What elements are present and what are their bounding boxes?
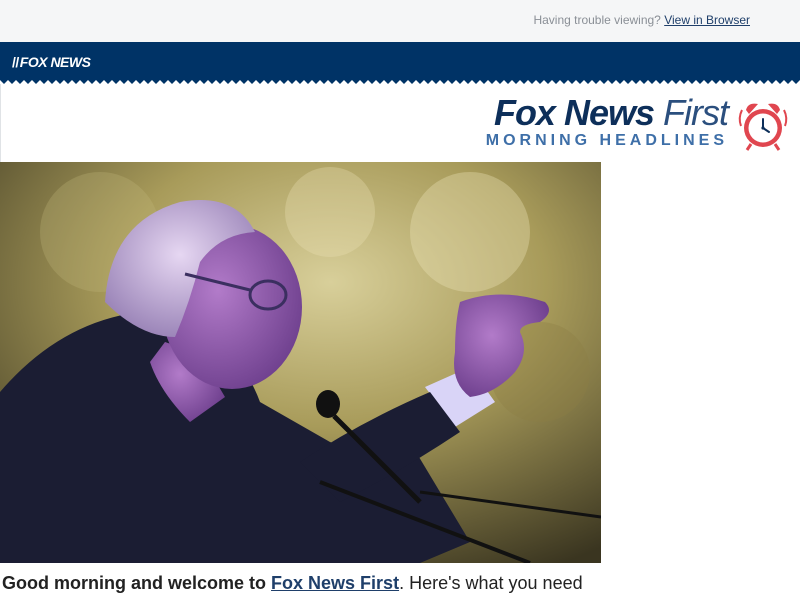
brand-subtitle: MORNING HEADLINES [485,132,728,149]
brand-title: Fox News First MORNING HEADLINES [485,92,729,150]
brand-bold: Fox News [493,92,655,133]
alarm-clock-icon [738,103,788,151]
hero-image[interactable] [0,162,601,563]
trouble-viewing: Having trouble viewing? View in Browser [533,13,750,27]
greeting-text: Good morning and welcome to [2,573,267,593]
fox-news-first-link[interactable]: Fox News First [271,573,399,593]
newsletter-header: Fox News First MORNING HEADLINES [0,84,800,162]
view-in-browser-link[interactable]: View in Browser [664,13,750,27]
logo-text: FOX NEWS [19,54,91,70]
nav-bar: //FOX NEWS [0,42,800,84]
fox-news-logo[interactable]: //FOX NEWS [12,54,91,70]
hero-photo [0,162,601,563]
logo-mark-icon: // [12,54,19,70]
brand-light: First [663,92,729,133]
trouble-text: Having trouble viewing? [533,13,661,27]
lead-paragraph: Good morning and welcome to Fox News Fir… [2,573,798,594]
right-gutter [601,162,800,563]
top-bar: Having trouble viewing? View in Browser [0,0,800,42]
lead-rest-text: . Here's what you need [399,573,583,593]
